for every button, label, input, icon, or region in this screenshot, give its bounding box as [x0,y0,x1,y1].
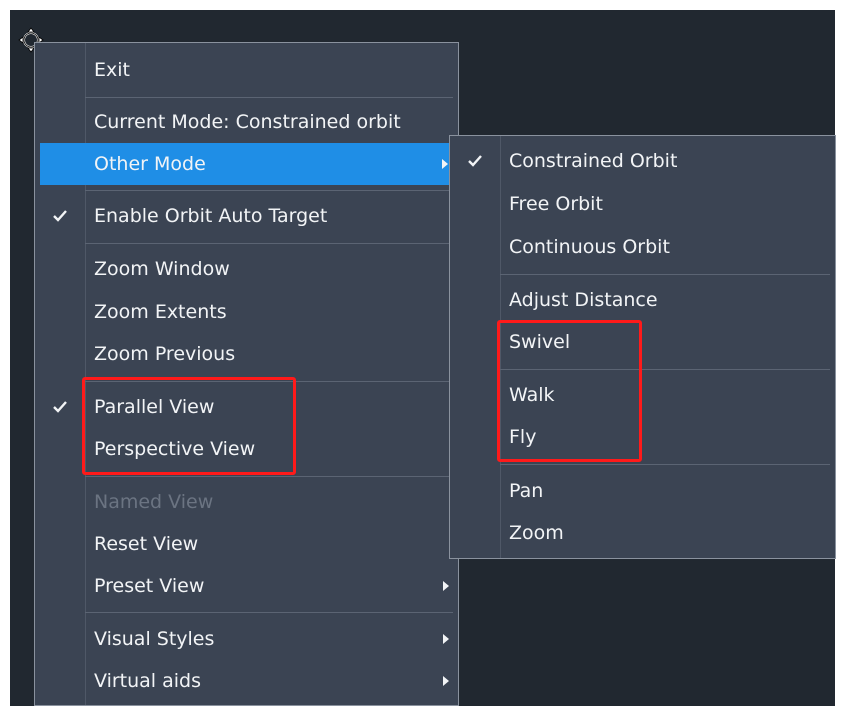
menu-item-label: Preset View [94,575,205,597]
menu-item-label: Zoom Previous [94,343,236,365]
orbit-context-menu: Exit Current Mode: Constrained orbit Oth… [34,42,459,706]
menu-item-label: Continuous Orbit [509,236,670,258]
menu-item-reset-view[interactable]: Reset View [35,523,458,565]
check-icon [468,155,482,167]
menu-item-label: Visual Styles [94,628,215,650]
menu-item-preset-view[interactable]: Preset View [35,565,458,607]
menu-item-label: Named View [94,491,214,513]
menu-item-named-view: Named View [35,481,458,523]
menu-separator [85,243,453,244]
menu-item-label: Free Orbit [509,193,603,215]
menu-item-label: Enable Orbit Auto Target [94,205,328,227]
menu-item-label: Zoom Window [94,258,230,280]
submenu-arrow-icon [443,581,449,591]
annotation-box-view-modes [82,377,296,475]
menu-separator [85,97,453,98]
menu-item-label: Exit [94,59,130,81]
check-icon [53,401,67,413]
menu-separator [500,274,830,275]
menu-item-visual-styles[interactable]: Visual Styles [35,618,458,660]
menu-item-zoom-previous[interactable]: Zoom Previous [35,333,458,375]
submenu-item-free-orbit[interactable]: Free Orbit [450,183,835,225]
menu-item-label: Constrained Orbit [509,150,678,172]
menu-item-zoom-window[interactable]: Zoom Window [35,248,458,290]
menu-item-label: Adjust Distance [509,289,658,311]
menu-item-zoom-extents[interactable]: Zoom Extents [35,291,458,333]
annotation-box-navigation-modes [497,320,642,462]
menu-item-current-mode: Current Mode: Constrained orbit [35,101,458,143]
menu-item-other-mode[interactable]: Other Mode [40,143,453,185]
submenu-arrow-icon [442,159,448,169]
submenu-arrow-icon [443,676,449,686]
menu-item-label: Zoom Extents [94,301,227,323]
check-icon [53,210,67,222]
menu-item-enable-orbit-auto-target[interactable]: Enable Orbit Auto Target [35,195,458,237]
menu-item-label: Reset View [94,533,199,555]
menu-item-exit[interactable]: Exit [35,49,458,91]
submenu-item-zoom[interactable]: Zoom [450,512,835,554]
menu-separator [85,612,453,613]
submenu-item-adjust-distance[interactable]: Adjust Distance [450,279,835,321]
menu-item-label: Pan [509,480,544,502]
submenu-item-continuous-orbit[interactable]: Continuous Orbit [450,226,835,268]
menu-separator [500,464,830,465]
submenu-arrow-icon [443,634,449,644]
menu-separator [85,476,453,477]
menu-separator [85,190,453,191]
submenu-item-pan[interactable]: Pan [450,470,835,512]
menu-item-label: Virtual aids [94,670,202,692]
menu-item-label: Zoom [509,522,564,544]
menu-item-label: Current Mode: Constrained orbit [94,111,401,133]
submenu-item-constrained-orbit[interactable]: Constrained Orbit [450,140,835,182]
menu-item-virtual-aids[interactable]: Virtual aids [35,660,458,702]
menu-item-label: Other Mode [94,153,206,175]
